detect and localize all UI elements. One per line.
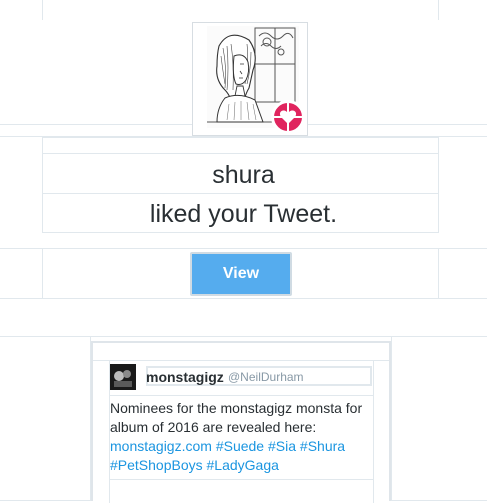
hashtag[interactable]: #Suede (216, 438, 264, 454)
grid-line (391, 336, 392, 501)
grid-line (93, 360, 389, 361)
tweet-text-line: Nominees for the monstagigz monsta for (110, 400, 363, 416)
tweet-author-handle[interactable]: @NeilDurham (228, 370, 304, 384)
grid-line (0, 248, 487, 249)
tweet-text-line: album of 2016 are revealed here: (110, 419, 317, 435)
grid-line (438, 248, 439, 298)
tweet-author-name[interactable]: monstagigz (146, 369, 224, 385)
tweet-text: Nominees for the monstagigz monsta for a… (110, 399, 372, 475)
heart-icon (274, 103, 302, 131)
author-avatar-image (110, 364, 136, 390)
heart-badge (271, 100, 305, 134)
notification-user-name: shura (212, 161, 275, 189)
grid-line (42, 0, 43, 20)
notification-action-text: liked your Tweet. (149, 200, 338, 228)
hashtag[interactable]: #Sia (268, 438, 296, 454)
grid-line (373, 360, 374, 503)
grid-line (109, 395, 373, 396)
grid-line (0, 298, 487, 299)
grid-line (0, 336, 487, 337)
view-button[interactable]: View (190, 252, 292, 296)
hashtag[interactable]: #Shura (300, 438, 345, 454)
hashtag[interactable]: #PetShopBoys (110, 457, 203, 473)
tweet-link[interactable]: monstagigz.com (110, 438, 212, 454)
grid-line (109, 479, 373, 480)
grid-line (42, 248, 43, 298)
grid-line (438, 0, 439, 20)
grid-line (43, 193, 438, 194)
grid-line (43, 153, 438, 154)
tweet-author-avatar[interactable] (110, 364, 136, 390)
hashtag[interactable]: #LadyGaga (207, 457, 279, 473)
